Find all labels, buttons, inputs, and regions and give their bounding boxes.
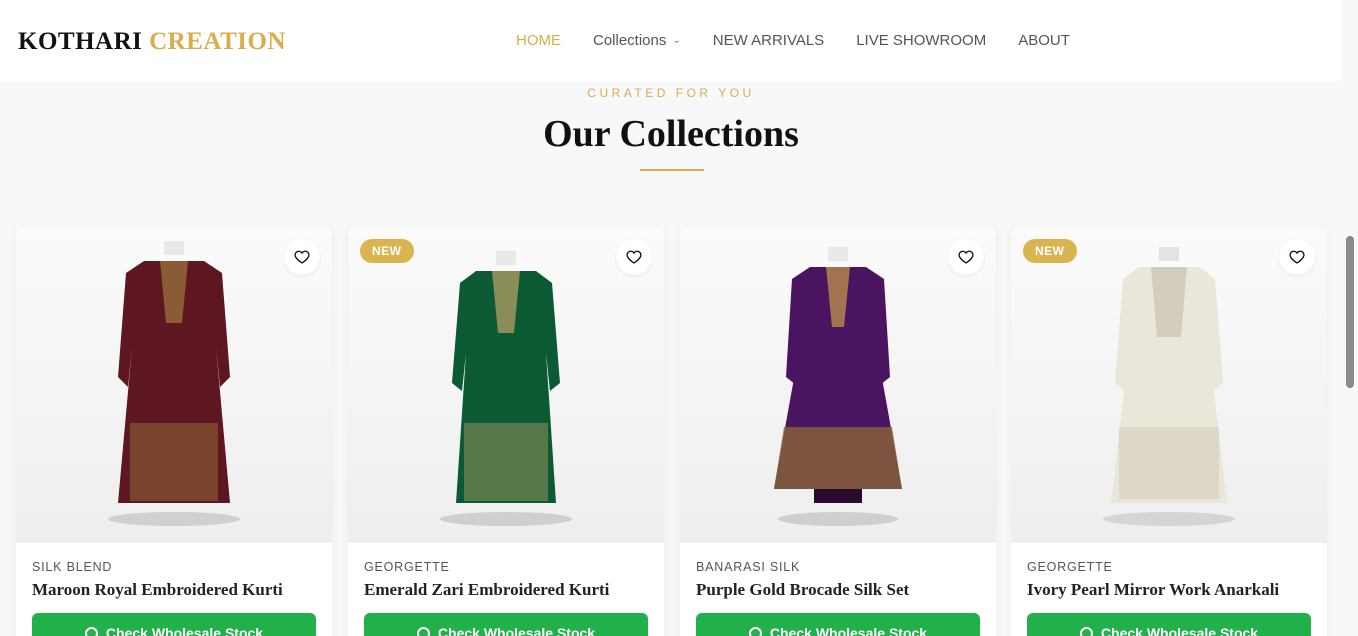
- product-card[interactable]: NEW GEORGETTE Ivory Pearl Mirror Work An…: [1011, 227, 1327, 636]
- product-card[interactable]: BANARASI SILK Purple Gold Brocade Silk S…: [680, 227, 996, 636]
- page-scrollbar[interactable]: [1342, 0, 1358, 636]
- product-card[interactable]: SILK BLEND Maroon Royal Embroidered Kurt…: [16, 227, 332, 636]
- product-image[interactable]: [16, 227, 332, 543]
- heart-icon: [294, 250, 310, 264]
- nav-live-showroom[interactable]: LIVE SHOWROOM: [856, 32, 986, 49]
- cta-label: Check Wholesale Stock: [769, 625, 928, 636]
- favorite-button[interactable]: [284, 239, 320, 275]
- new-badge: NEW: [360, 239, 414, 263]
- brand-name-accent: CREATION: [149, 28, 286, 55]
- check-wholesale-stock-button[interactable]: Check Wholesale Stock: [32, 613, 316, 636]
- site-header: KOTHARI CREATION HOME Collections ⌄ NEW …: [0, 0, 1358, 81]
- favorite-button[interactable]: [616, 239, 652, 275]
- product-name[interactable]: Emerald Zari Embroidered Kurti: [364, 580, 609, 600]
- cta-label: Check Wholesale Stock: [105, 625, 264, 636]
- favorite-button[interactable]: [1279, 239, 1315, 275]
- whatsapp-icon: [416, 626, 430, 636]
- section-title: Our Collections: [543, 113, 799, 155]
- title-divider: [640, 169, 704, 171]
- nav-home[interactable]: HOME: [516, 32, 561, 49]
- whatsapp-icon: [1079, 626, 1093, 636]
- check-wholesale-stock-button[interactable]: Check Wholesale Stock: [696, 613, 980, 636]
- product-card[interactable]: NEW GEORGETTE Emerald Zari Embroidered K…: [348, 227, 664, 636]
- favorite-button[interactable]: [948, 239, 984, 275]
- new-badge: NEW: [1023, 239, 1077, 263]
- whatsapp-icon: [84, 626, 98, 636]
- brand-logo[interactable]: KOTHARI CREATION: [18, 28, 286, 56]
- brand-name-primary: KOTHARI: [18, 28, 143, 55]
- product-fabric: SILK BLEND: [32, 560, 113, 574]
- nav-collections-label: Collections: [593, 32, 667, 49]
- product-image[interactable]: [1011, 227, 1327, 543]
- nav-new-arrivals[interactable]: NEW ARRIVALS: [713, 32, 824, 49]
- product-image[interactable]: [348, 227, 664, 543]
- cta-label: Check Wholesale Stock: [437, 625, 596, 636]
- product-name[interactable]: Purple Gold Brocade Silk Set: [696, 580, 909, 600]
- chevron-down-icon: ⌄: [672, 35, 681, 46]
- product-name[interactable]: Ivory Pearl Mirror Work Anarkali: [1027, 580, 1279, 600]
- check-wholesale-stock-button[interactable]: Check Wholesale Stock: [1027, 613, 1311, 636]
- product-fabric: GEORGETTE: [364, 560, 450, 574]
- check-wholesale-stock-button[interactable]: Check Wholesale Stock: [364, 613, 648, 636]
- product-image[interactable]: [680, 227, 996, 543]
- heart-icon: [626, 250, 642, 264]
- scrollbar-thumb[interactable]: [1346, 236, 1354, 388]
- product-fabric: GEORGETTE: [1027, 560, 1113, 574]
- whatsapp-icon: [748, 626, 762, 636]
- cta-label: Check Wholesale Stock: [1100, 625, 1259, 636]
- heart-icon: [1289, 250, 1305, 264]
- product-name[interactable]: Maroon Royal Embroidered Kurti: [32, 580, 283, 600]
- heart-icon: [958, 250, 974, 264]
- nav-collections[interactable]: Collections ⌄: [593, 32, 681, 49]
- product-fabric: BANARASI SILK: [696, 560, 801, 574]
- nav-about[interactable]: ABOUT: [1018, 32, 1070, 49]
- main-nav: HOME Collections ⌄ NEW ARRIVALS LIVE SHO…: [516, 32, 1070, 49]
- section-eyebrow: CURATED FOR YOU: [587, 86, 755, 100]
